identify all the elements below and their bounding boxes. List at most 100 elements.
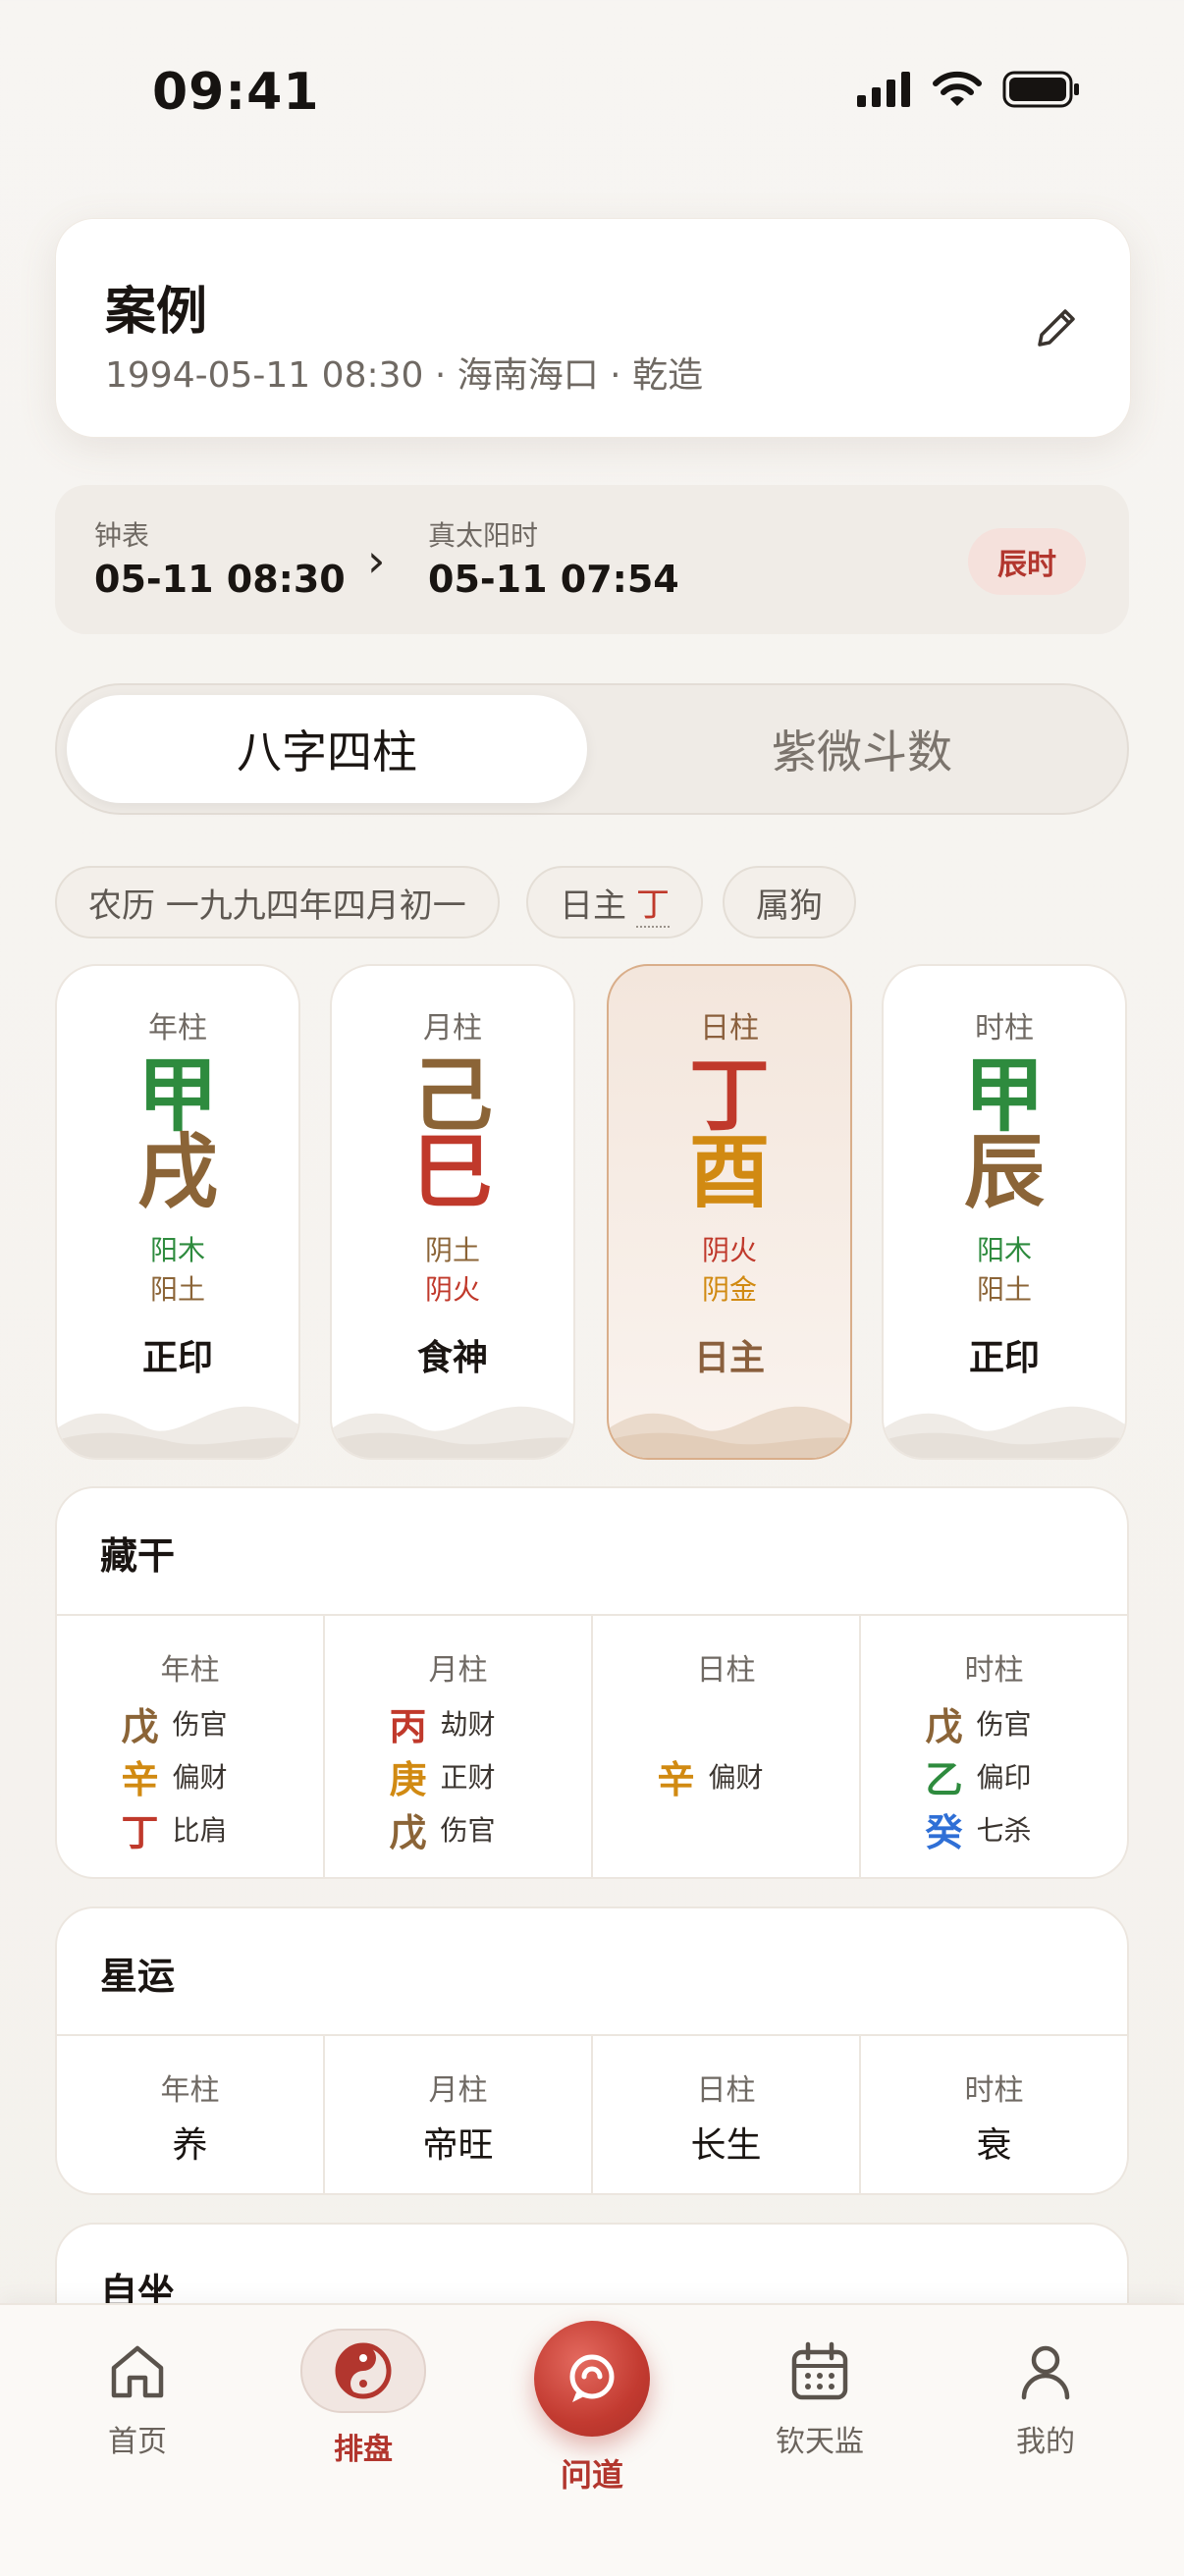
pillar-card[interactable]: 年柱甲戌阳木 阳土 正印 [55,964,300,1460]
lunar-date: 农历 一九九四年四月初一 [88,886,466,926]
stem-element: 阴火 [701,1234,757,1266]
hidden-stem-god: 偏财 [172,1761,228,1794]
star-fortune-column: 年柱养 [57,2036,325,2193]
pillar-label: 月柱 [423,1011,482,1046]
star-fortune-title: 星运 [100,1955,176,1998]
hidden-stems-column: 日柱辛偏财 [593,1616,861,1877]
cloud-wave-decoration [332,1406,573,1458]
hidden-stems-column: 月柱丙劫财庚正财戊伤官 [325,1616,593,1877]
column-label: 时柱 [964,2073,1024,2108]
day-master-chip[interactable]: 日主 丁 [526,866,703,939]
nav-home[interactable]: 首页 [49,2338,226,2460]
clock-label: 钟表 [94,519,150,552]
star-fortune-value: 帝旺 [422,2125,494,2166]
hidden-stem-char: 庚 [389,1757,427,1801]
earthly-branch: 辰 [963,1126,1045,1219]
cloud-wave-decoration [609,1406,850,1458]
hidden-stem-char: 戊 [121,1704,159,1748]
column-label: 日柱 [696,2073,756,2108]
hidden-stem-row: 癸七杀 [926,1802,1063,1855]
nav-mine-label: 我的 [1016,2425,1075,2459]
earthly-branch: 戌 [136,1126,218,1219]
nav-home-label: 首页 [108,2425,167,2459]
hidden-stem-row: 庚正财 [390,1749,527,1802]
hidden-stem-row: 辛偏财 [122,1749,259,1802]
hidden-stem-god: 比肩 [172,1814,228,1847]
nav-qintianjian[interactable]: 钦天监 [731,2338,908,2460]
hidden-stem-row: 戊伤官 [122,1696,259,1749]
home-icon [111,2345,164,2398]
pillar-card[interactable]: 日柱丁酉阴火 阴金 日主 [607,964,852,1460]
hidden-stem-god: 伤官 [440,1814,496,1847]
nav-mine[interactable]: 我的 [957,2338,1134,2460]
hidden-stem-char: 戊 [925,1704,963,1748]
stem-element: 阳木 [976,1234,1032,1266]
cloud-wave-decoration [884,1406,1125,1458]
hidden-stems-grid: 年柱戊伤官辛偏财丁比肩 月柱丙劫财庚正财戊伤官 日柱辛偏财 时柱戊伤官乙偏印癸七杀 [57,1614,1127,1877]
branch-element: 阴火 [424,1273,480,1306]
hidden-stem-row: 戊伤官 [390,1802,527,1855]
chat-icon [569,2354,615,2402]
branch-element: 阳土 [149,1273,205,1306]
ten-god: 正印 [141,1338,213,1378]
hidden-stem-char: 乙 [925,1757,963,1801]
cloud-wave-decoration [57,1406,298,1458]
status-icons [857,71,1081,108]
hidden-stem-row: 辛偏财 [658,1749,795,1802]
hidden-stem-god: 七杀 [976,1814,1032,1847]
branch-element: 阳土 [976,1273,1032,1306]
case-card[interactable]: 案例 1994-05-11 08:30 · 海南海口 · 乾造 [55,218,1131,438]
star-fortune-column: 月柱 帝旺 [325,2036,593,2193]
branch-element: 阴金 [701,1273,757,1306]
hidden-stem-char: 辛 [657,1757,695,1801]
yin-yang-icon [335,2342,392,2399]
lunar-date-chip: 农历 一九九四年四月初一 [55,866,500,939]
hidden-stem-god: 偏财 [708,1761,764,1794]
pillar-card[interactable]: 时柱甲辰阳木 阳土 正印 [882,964,1127,1460]
hidden-stem-char: 戊 [389,1810,427,1854]
nav-paipan-label: 排盘 [334,2433,393,2467]
nav-paipan[interactable]: 排盘 [275,2329,452,2468]
hidden-stems-title: 藏干 [100,1534,176,1578]
pillar-card[interactable]: 月柱己巳阴土 阴火 食神 [330,964,575,1460]
pillar-label: 年柱 [148,1011,207,1046]
star-fortune-value: 养 [172,2125,208,2166]
earthly-branch: 巳 [411,1126,493,1219]
time-conversion-row: 钟表 05-11 08:30 › 真太阳时 05-11 07:54 辰时 [55,485,1129,634]
hidden-stem-row: 乙偏印 [926,1749,1063,1802]
user-icon [1021,2345,1070,2400]
case-title: 案例 [105,283,208,342]
column-label: 年柱 [160,2073,220,2108]
star-fortune-value: 长生 [690,2125,762,2166]
zodiac-label: 属狗 [756,886,823,926]
hidden-stem-char: 丁 [121,1810,159,1854]
hidden-stem-row: 戊伤官 [926,1696,1063,1749]
hidden-stems-panel: 藏干 年柱戊伤官辛偏财丁比肩 月柱丙劫财庚正财戊伤官 日柱辛偏财 时柱戊伤官乙偏印癸七… [55,1486,1129,1879]
ten-god: 正印 [968,1338,1040,1378]
status-time: 09:41 [152,63,320,122]
signal-icon [857,72,910,107]
tab-ziwei[interactable]: 紫微斗数 [607,695,1117,803]
column-label: 年柱 [160,1653,220,1688]
calendar-icon [791,2341,848,2400]
nav-wendao-label: 问道 [560,2456,623,2494]
hidden-stem-char: 丙 [389,1704,427,1748]
solar-time-label: 真太阳时 [428,519,539,552]
edit-icon[interactable] [1026,299,1085,358]
zodiac-chip: 属狗 [723,866,856,939]
nav-paipan-pill [300,2329,426,2413]
day-master-char: 丁 [636,878,670,928]
shichen-badge: 辰时 [968,528,1086,595]
nav-wendao-button[interactable] [534,2321,650,2437]
hidden-stems-column: 时柱戊伤官乙偏印癸七杀 [861,1616,1127,1877]
nav-qintianjian-label: 钦天监 [776,2425,864,2459]
hidden-stem-char: 辛 [121,1757,159,1801]
case-subtitle: 1994-05-11 08:30 · 海南海口 · 乾造 [105,355,704,396]
chevron-right-icon: › [367,534,386,587]
star-fortune-grid: 年柱养月柱 帝旺 日柱 长生 时柱衰 [57,2034,1127,2193]
tab-bazi[interactable]: 八字四柱 [67,695,587,803]
column-label: 月柱 [428,1653,488,1688]
stem-element: 阳木 [149,1234,205,1266]
hidden-stem-row: 丁比肩 [122,1802,259,1855]
hidden-stems-list: 辛偏财 [593,1749,859,1802]
